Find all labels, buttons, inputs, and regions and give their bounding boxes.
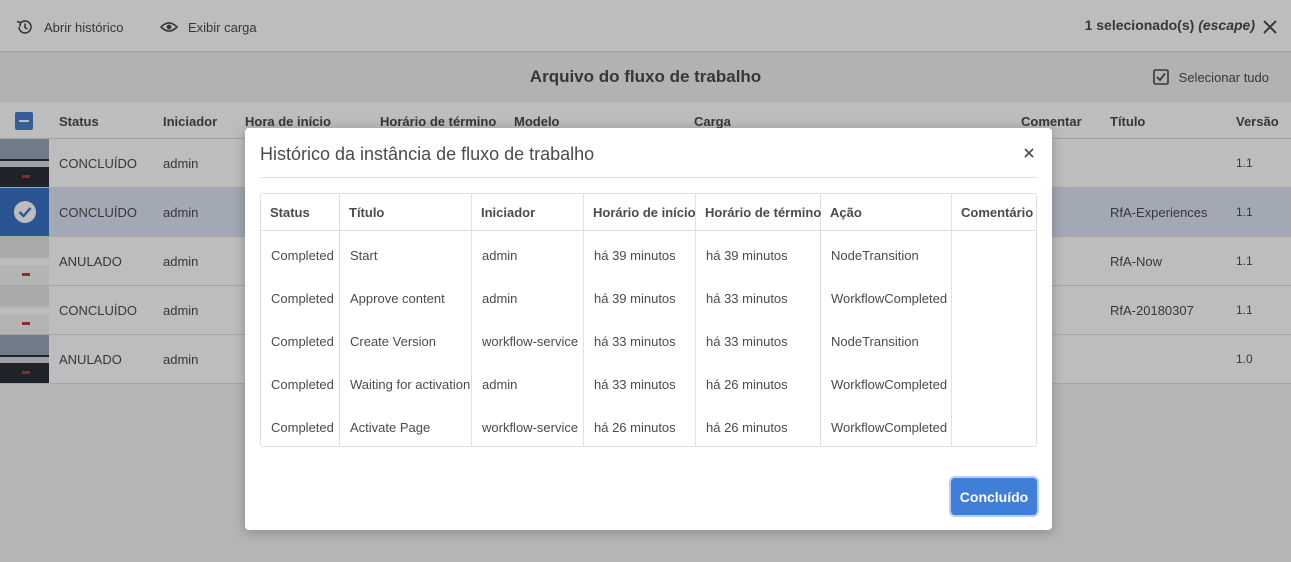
history-cell-initiator: admin <box>482 248 518 263</box>
history-cell-start-time: há 39 minutos <box>594 248 676 263</box>
history-header-comment: Comentário <box>961 205 1034 220</box>
history-header-status: Status <box>270 205 310 220</box>
history-col-comment: Comentário <box>952 194 1036 446</box>
history-col-title: Título Start Approve content Create Vers… <box>340 194 472 446</box>
history-dialog: Histórico da instância de fluxo de traba… <box>245 128 1052 530</box>
history-cell-action: WorkflowCompleted <box>831 420 948 435</box>
history-header-title: Título <box>349 205 385 220</box>
history-cell-end-time: há 26 minutos <box>706 420 788 435</box>
history-cell-end-time: há 33 minutos <box>706 291 788 306</box>
history-cell-action: NodeTransition <box>831 334 919 349</box>
history-col-action: Ação NodeTransition WorkflowCompleted No… <box>821 194 952 446</box>
history-col-start-time: Horário de início há 39 minutos há 39 mi… <box>584 194 696 446</box>
history-cell-end-time: há 39 minutos <box>706 248 788 263</box>
done-button[interactable]: Concluído <box>951 478 1037 515</box>
history-cell-status: Completed <box>271 248 334 263</box>
history-cell-initiator: workflow-service <box>482 420 579 435</box>
history-cell-start-time: há 33 minutos <box>594 334 676 349</box>
history-cell-title: Create Version <box>350 334 436 349</box>
history-cell-status: Completed <box>271 377 334 392</box>
dialog-close-button[interactable] <box>1022 145 1036 161</box>
history-col-end-time: Horário de término há 39 minutos há 33 m… <box>696 194 821 446</box>
history-header-initiator: Iniciador <box>481 205 536 220</box>
history-cell-title: Approve content <box>350 291 445 306</box>
history-col-initiator: Iniciador admin admin workflow-service a… <box>472 194 584 446</box>
history-cell-action: WorkflowCompleted <box>831 291 948 306</box>
history-cell-title: Activate Page <box>350 420 431 435</box>
history-header-action: Ação <box>830 205 862 220</box>
history-cell-title: Waiting for activation <box>350 377 471 392</box>
history-cell-status: Completed <box>271 420 334 435</box>
history-cell-status: Completed <box>271 334 334 349</box>
history-header-end-time: Horário de término <box>705 205 822 220</box>
history-cell-initiator: admin <box>482 291 518 306</box>
history-cell-end-time: há 33 minutos <box>706 334 788 349</box>
history-cell-action: WorkflowCompleted <box>831 377 948 392</box>
history-cell-end-time: há 26 minutos <box>706 377 788 392</box>
history-cell-initiator: workflow-service <box>482 334 579 349</box>
history-col-status: Status Completed Completed Completed Com… <box>261 194 340 446</box>
history-cell-start-time: há 26 minutos <box>594 420 676 435</box>
history-table: Status Completed Completed Completed Com… <box>260 193 1037 447</box>
dialog-divider <box>260 177 1037 178</box>
history-cell-status: Completed <box>271 291 334 306</box>
history-cell-start-time: há 39 minutos <box>594 291 676 306</box>
history-cell-start-time: há 33 minutos <box>594 377 676 392</box>
dialog-title: Histórico da instância de fluxo de traba… <box>260 144 595 164</box>
history-header-start-time: Horário de início <box>593 205 696 220</box>
close-icon <box>1024 148 1034 158</box>
history-cell-title: Start <box>350 248 378 263</box>
history-cell-action: NodeTransition <box>831 248 919 263</box>
history-cell-initiator: admin <box>482 377 518 392</box>
